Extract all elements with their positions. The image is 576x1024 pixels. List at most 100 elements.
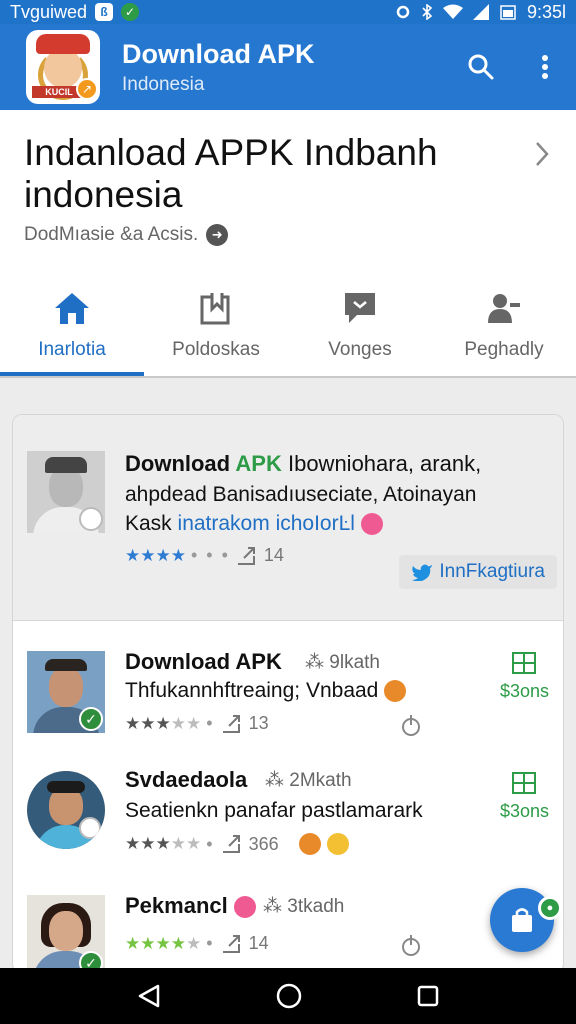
share-icon [222,714,240,733]
featured-share-count: 14 [263,545,284,565]
featured-line-3-link[interactable]: inatrakom ichoIorĿl [178,512,355,535]
power-icon[interactable] [401,713,421,737]
item-share-count: 366 [248,833,279,854]
person-icon [488,294,520,323]
item-title: Svdaedaola [125,767,248,792]
check-notification-icon: ✓ [121,3,140,21]
item-share-count: 13 [248,713,269,733]
tab-bookmarks[interactable]: Poldoskas [144,276,288,376]
featured-title-prefix: Download [125,451,236,476]
item-title: Download APK [125,649,282,674]
rating-stars: ★ ★ ★ ★ ★ [125,933,201,953]
app-subtitle: Indonesia [122,73,205,95]
app-list-card: Download APK Ibowniohara, arank, ahpdead… [12,414,564,974]
tab-bookmarks-label: Poldoskas [172,339,260,360]
signal-icon [472,4,489,20]
chevron-right-icon[interactable] [534,140,550,168]
battery-icon [500,5,516,20]
status-time: 9:35l [526,1,566,22]
search-icon [468,54,494,80]
fab-badge-icon: ● [538,896,562,920]
app-title: Download APK [122,38,315,69]
twitter-share-label: InnFkagtiura [439,561,545,582]
item-subtitle-text: Thfukannhftreaing; Vnbaad [125,679,379,702]
share-icon [222,934,240,953]
bookmark-icon [200,293,230,325]
home-nav-icon[interactable] [275,982,303,1010]
emoji-icon [326,833,349,855]
bluetooth-icon [422,4,433,20]
rating-stars: ★ ★ ★ ★ ★ [125,834,201,853]
notification-icon: ß [95,3,114,21]
share-icon [222,835,240,853]
featured-title: Download APK Ibowniohara, arank, [125,451,481,477]
featured-title-rest: Ibowniohara, arank, [281,451,482,476]
item-size: ⁂ 3tkadh [263,896,345,917]
header-subtitle-row: DodMıasie &a Acsis. ➜ [24,224,229,246]
app-bar: KUCIL ↗ Download APK Indonesia [0,24,576,110]
grid-icon [512,652,537,674]
recents-icon[interactable] [416,984,440,1008]
more-options-button[interactable] [530,52,560,82]
item-avatar [27,771,105,849]
page-title: Indanload APPK Indbanh indonesia [24,132,438,215]
featured-item[interactable]: Download APK Ibowniohara, arank, ahpdead… [13,415,563,621]
item-share-count: 14 [248,933,269,953]
share-icon [237,546,255,565]
item-action[interactable]: $3ons [500,651,549,702]
rating-stars: ★ ★ ★ ★ [125,545,186,565]
system-nav-bar [0,968,576,1024]
item-action-label: $3ons [499,801,549,821]
item-size: ⁂ 2Mkath [265,770,352,791]
item-action[interactable]: $3ons [500,771,549,822]
settings-status-icon [396,5,410,19]
message-icon [345,293,375,323]
avatar-badge-icon [79,817,101,839]
tab-profile[interactable]: Peghadly [432,276,576,376]
info-arrow-icon[interactable]: ➜ [206,224,229,246]
shop-fab-button[interactable]: ● [490,888,562,952]
featured-title-apk: APK [235,451,282,476]
item-avatar: ✓ [27,651,105,733]
back-icon[interactable] [136,983,162,1009]
header-card: Indanload APPK Indbanh indonesia DodMıas… [0,110,576,376]
item-subtitle: Seatienkn panafar pastlamarark [125,799,423,822]
item-size-value: 9lkath [329,652,380,673]
emoji-icon [233,896,256,919]
rating-stars: ★ ★ ★ ★ ★ [125,713,201,733]
item-title: Pekmancl [125,893,256,919]
featured-line-2: ahpdead Banisadıuseciate, Atoinayan [125,483,477,506]
item-size-value: 2Mkath [289,770,352,791]
featured-avatar [27,451,105,533]
featured-line-3: Kask inatrakom ichoIorĿl [125,512,383,536]
divider [0,376,576,378]
more-vert-icon [542,55,548,79]
tab-home[interactable]: Inarlotia [0,276,144,376]
avatar-badge-icon [79,507,103,531]
tab-profile-label: Peghadly [464,339,544,360]
verified-icon: ✓ [79,707,103,731]
featured-meta: ★ ★ ★ ★ • • • 14 [125,545,284,565]
featured-line-3-prefix: Kask [125,512,178,535]
item-size: ⁂ 9lkath [305,652,380,673]
emoji-icon [384,680,407,703]
emoji-icon [360,513,383,536]
item-size-value: 3tkadh [287,896,345,917]
grid-icon [512,772,537,794]
item-subtitle: Thfukannhftreaing; Vnbaad [125,679,407,703]
status-left-text: Tvguiwed [10,1,88,22]
item-title-text: Pekmancl [125,893,228,918]
item-meta: ★ ★ ★ ★ ★ • 13 [125,713,269,733]
item-action-label: $3ons [499,681,549,701]
search-button[interactable] [466,52,496,82]
power-icon[interactable] [401,933,421,957]
twitter-icon [412,564,433,581]
logo-badge-icon: ↗ [76,78,98,100]
app-logo[interactable]: KUCIL ↗ [26,30,100,104]
wifi-icon [442,4,463,19]
tab-messages-label: Vonges [328,339,392,360]
emoji-icon [298,833,321,855]
item-meta: ★ ★ ★ ★ ★ • 14 [125,933,269,953]
twitter-share-button[interactable]: InnFkagtiura [399,555,557,589]
tab-messages[interactable]: Vonges [288,276,432,376]
